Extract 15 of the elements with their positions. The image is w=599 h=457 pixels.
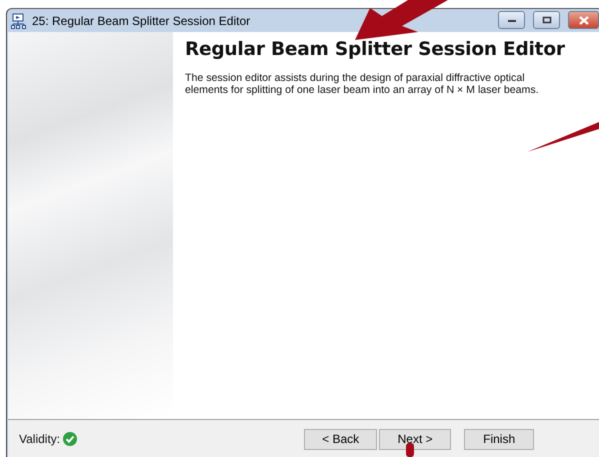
- maximize-icon: [542, 16, 552, 24]
- back-button[interactable]: < Back: [304, 428, 378, 450]
- next-button[interactable]: Next >: [379, 428, 452, 450]
- finish-button[interactable]: Finish: [464, 428, 534, 450]
- validity-label: Validity:: [19, 432, 60, 446]
- minimize-icon: [506, 17, 516, 23]
- window-title: 25: Regular Beam Splitter Session Editor: [32, 14, 252, 28]
- description-text: The session editor assists during the design of paraxial diffractive optical elements for splitting of one laser beam into an array of N × M laser beams.: [185, 72, 540, 96]
- minimize-button[interactable]: [498, 11, 525, 29]
- pointer-arrow: [527, 122, 599, 152]
- page-heading: Regular Beam Splitter Session Editor: [185, 39, 566, 60]
- close-button[interactable]: [568, 11, 599, 29]
- close-icon: [578, 16, 588, 24]
- maximize-button[interactable]: [533, 11, 560, 29]
- app-icon: [11, 12, 27, 28]
